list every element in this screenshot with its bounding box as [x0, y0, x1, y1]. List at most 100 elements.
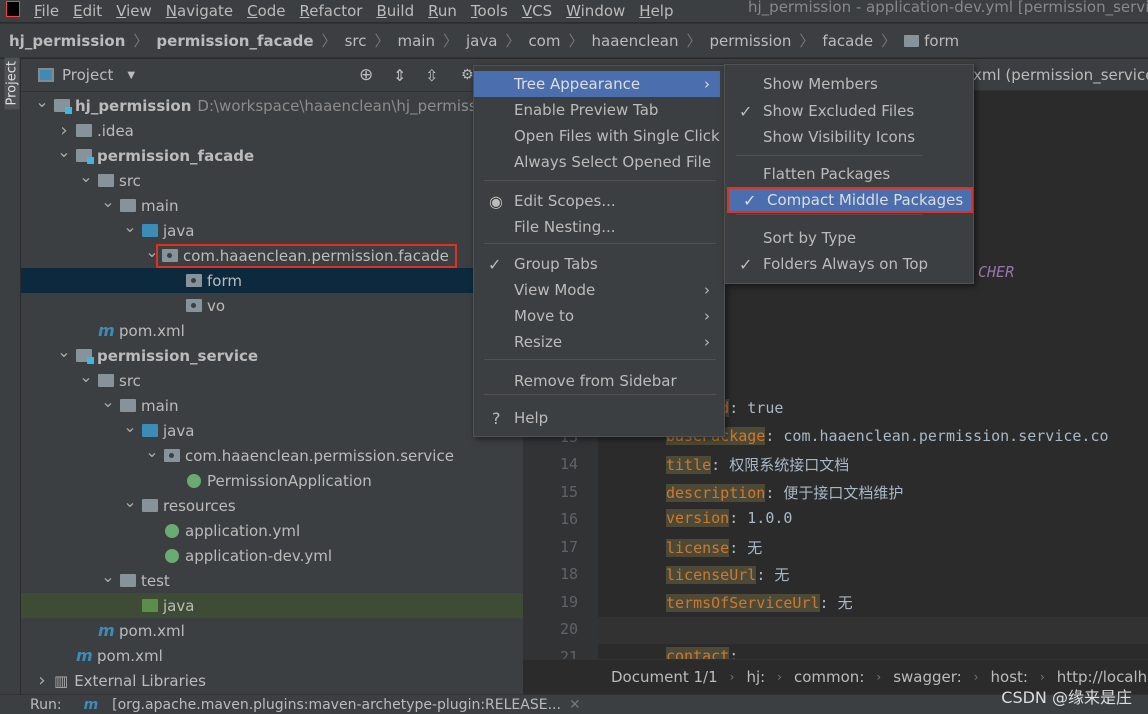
tree-item[interactable]: PermissionApplication	[21, 468, 523, 493]
breadcrumb-item[interactable]: permission_facade	[156, 32, 313, 50]
expand-all-icon[interactable]: ⇕	[393, 66, 406, 85]
options-gear-icon[interactable]: ⚙	[461, 67, 474, 83]
breadcrumb-item[interactable]: facade	[822, 32, 873, 50]
submenu-item-show-visibility-icons[interactable]: Show Visibility Icons	[725, 124, 973, 150]
chevron-down-icon[interactable]: ⌄	[122, 417, 138, 436]
tree-item[interactable]: application.yml	[21, 518, 523, 543]
menu-tools[interactable]: Tools	[471, 4, 508, 19]
menu-view[interactable]: View	[116, 4, 152, 19]
chevron-down-icon[interactable]: ⌄	[144, 442, 160, 461]
breadcrumb-item[interactable]: permission	[709, 32, 791, 50]
tree-item[interactable]: ⌄ src	[21, 167, 523, 193]
chevron-down-icon[interactable]: ⌄	[78, 167, 94, 186]
chevron-down-icon[interactable]: ⌄	[56, 342, 72, 361]
tree-item[interactable]: ⌄ permission_facade	[21, 142, 523, 168]
breadcrumb-item[interactable]: form	[924, 32, 959, 50]
submenu-item-flatten-packages[interactable]: Flatten Packages	[725, 161, 973, 187]
editor-breadcrumb-item[interactable]: swagger:	[893, 668, 962, 686]
menu-file[interactable]: File	[34, 4, 59, 19]
submenu-item-show-excluded-files[interactable]: ✓ Show Excluded Files	[725, 98, 973, 124]
menu-item-remove-from-sidebar[interactable]: Remove from Sidebar	[474, 368, 720, 394]
collapse-all-icon[interactable]: ⇳	[425, 66, 438, 85]
chevron-down-icon[interactable]: ⌄	[100, 392, 116, 411]
chevron-down-icon[interactable]: ▼	[127, 70, 135, 81]
locate-icon[interactable]: ⊕	[359, 65, 373, 85]
tree-item[interactable]: ⌄ java	[21, 417, 523, 443]
menu-edit[interactable]: Edit	[73, 4, 102, 19]
editor-breadcrumb-item[interactable]: Document 1/1	[611, 668, 718, 686]
tree-item[interactable]: › ▥ External Libraries	[21, 668, 523, 693]
editor-breadcrumb-item[interactable]: hj:	[746, 668, 765, 686]
tree-item[interactable]: ⌄ hj_permission D:\workspace\haaenclean\hj…	[21, 92, 523, 118]
menu-run[interactable]: Run	[428, 4, 457, 19]
chevron-right-icon[interactable]: ›	[56, 120, 72, 141]
tree-item[interactable]: ⌄ permission_service	[21, 342, 523, 368]
project-view-selector[interactable]: Project	[62, 66, 113, 84]
menu-build[interactable]: Build	[376, 4, 414, 19]
folder-icon	[904, 34, 920, 47]
run-config-tab[interactable]: [org.apache.maven.plugins:maven-archetyp…	[112, 697, 561, 713]
tree-item[interactable]: form	[21, 268, 523, 293]
menu-item-help[interactable]: ? Help	[474, 405, 720, 431]
tree-item[interactable]: m pom.xml	[21, 318, 523, 343]
tree-item[interactable]: ⌄ main	[21, 192, 523, 218]
chevron-down-icon[interactable]: ⌄	[100, 192, 116, 211]
menu-item-group-tabs[interactable]: ✓ Group Tabs	[474, 251, 720, 277]
menu-refactor[interactable]: Refactor	[300, 4, 363, 19]
menu-navigate[interactable]: Navigate	[166, 4, 233, 19]
menu-item-tree-appearance[interactable]: Tree Appearance ›	[474, 71, 720, 97]
menu-code[interactable]: Code	[247, 4, 285, 19]
menu-item-view-mode[interactable]: View Mode ›	[474, 277, 720, 303]
tree-item[interactable]: ⌄ src	[21, 367, 523, 393]
chevron-right-icon[interactable]: ›	[34, 670, 50, 691]
tree-item[interactable]: java	[21, 593, 523, 618]
menu-item-enable-preview-tab[interactable]: Enable Preview Tab	[474, 97, 720, 123]
breadcrumb-item[interactable]: src	[345, 32, 367, 50]
menu-item-resize[interactable]: Resize ›	[474, 329, 720, 355]
tree-item[interactable]: ⌄ com.haaenclean.permission.service	[21, 442, 523, 468]
chevron-right-icon: 〉	[321, 32, 337, 50]
tree-item[interactable]: ⌄ test	[21, 567, 523, 593]
menu-window[interactable]: Window	[566, 4, 625, 19]
tree-item[interactable]: application-dev.yml	[21, 543, 523, 568]
tree-item-label: application.yml	[185, 521, 301, 540]
tree-item[interactable]: › .idea	[21, 118, 523, 143]
tree-item[interactable]: m pom.xml	[21, 618, 523, 643]
menu-help[interactable]: Help	[639, 4, 673, 19]
chevron-down-icon[interactable]: ⌄	[122, 492, 138, 511]
folder-icon	[120, 199, 136, 212]
tree-item[interactable]: ⌄ resources	[21, 492, 523, 518]
breadcrumb-item[interactable]: haaenclean	[592, 32, 679, 50]
yaml-key: description	[666, 483, 766, 502]
yaml-key: version	[666, 509, 730, 527]
chevron-down-icon[interactable]: ⌄	[78, 367, 94, 386]
tree-item[interactable]: vo	[21, 293, 523, 318]
submenu-item-compact-middle-packages[interactable]: ✓ Compact Middle Packages	[727, 187, 973, 213]
menu-item-file-nesting[interactable]: File Nesting...	[474, 214, 720, 240]
tree-item[interactable]: ⌄ com.haaenclean.permission.facade	[21, 242, 523, 268]
breadcrumb-item[interactable]: java	[466, 32, 497, 50]
editor-breadcrumb-item[interactable]: common:	[794, 668, 864, 686]
menu-item-edit-scopes[interactable]: ◉ Edit Scopes...	[474, 188, 720, 214]
project-tool-button[interactable]: Project	[4, 57, 20, 110]
menu-item-open-files-with-single-click[interactable]: Open Files with Single Click	[474, 123, 720, 149]
submenu-item-show-members[interactable]: Show Members	[725, 71, 973, 97]
menu-vcs[interactable]: VCS	[522, 4, 552, 19]
breadcrumb-item[interactable]: main	[397, 32, 434, 50]
tree-item[interactable]: ⌄ java	[21, 217, 523, 243]
chevron-down-icon[interactable]: ⌄	[100, 567, 116, 586]
chevron-down-icon[interactable]: ⌄	[122, 217, 138, 236]
submenu-item-folders-always-on-top[interactable]: ✓ Folders Always on Top	[725, 251, 973, 277]
project-panel-header: Project ▼ ⊕ ⇕ ⇳ ⚙	[21, 59, 523, 92]
close-icon[interactable]: ✕	[569, 697, 581, 713]
menu-item-always-select-opened-file[interactable]: Always Select Opened File	[474, 149, 720, 175]
breadcrumb-item[interactable]: com	[528, 32, 560, 50]
chevron-down-icon[interactable]: ⌄	[56, 142, 72, 161]
editor-tab[interactable]: xml (permission_service)	[973, 66, 1148, 84]
submenu-item-sort-by-type[interactable]: Sort by Type	[725, 225, 973, 251]
chevron-down-icon[interactable]: ⌄	[34, 92, 50, 111]
tree-item[interactable]: ⌄ main	[21, 392, 523, 418]
breadcrumb-item[interactable]: hj_permission	[9, 32, 125, 50]
tree-item[interactable]: m pom.xml	[21, 643, 523, 668]
menu-item-move-to[interactable]: Move to ›	[474, 303, 720, 329]
